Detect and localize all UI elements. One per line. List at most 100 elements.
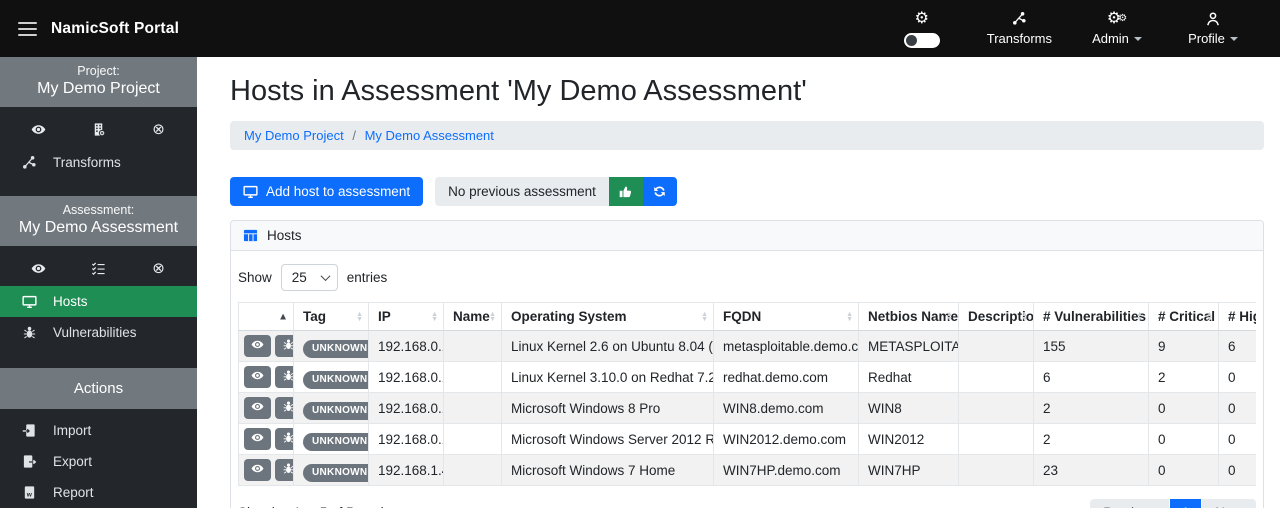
cell-os: Microsoft Windows 7 Home	[501, 454, 714, 486]
row-actions	[238, 454, 294, 486]
bug-icon	[282, 369, 293, 385]
host-vulnerabilities-button[interactable]	[275, 366, 293, 388]
hosts-table: ▲ Tag ▲ ▼ IP ▲ ▼ Name ▲ ▼ Operating System ▲ ▼ FQDN ▲ ▼…	[238, 302, 1256, 486]
table-row[interactable]: UNKNOWN192.168.0.109 Microsoft Windows 8 …	[238, 392, 1256, 424]
sidebar-item-import[interactable]: Import	[0, 415, 197, 446]
settings-nav-item[interactable]: ⚙	[891, 10, 953, 48]
cell-tag: UNKNOWN	[293, 361, 369, 393]
cell-tag: UNKNOWN	[293, 392, 369, 424]
breadcrumb-assessment-link[interactable]: My Demo Assessment	[365, 128, 494, 143]
cell-description	[958, 454, 1034, 486]
navbar-admin[interactable]: ⚙ ⚙ Admin	[1086, 10, 1148, 46]
view-host-button[interactable]	[244, 366, 271, 388]
assessment-actions: ⊗	[0, 246, 197, 286]
cell-critical: 0	[1148, 454, 1219, 486]
sort-icon: ▲ ▼	[431, 310, 438, 323]
cell-high: 6	[1218, 330, 1256, 362]
eye-icon	[251, 338, 264, 354]
cell-name	[443, 454, 502, 486]
sidebar-hosts-label: Hosts	[53, 294, 88, 309]
table-footer: Showing 1 to 5 of 5 entries Previous 1 N…	[238, 499, 1256, 508]
cell-critical: 9	[1148, 330, 1219, 362]
cell-high: 0	[1218, 361, 1256, 393]
project-label: Project:	[77, 64, 120, 78]
cell-description	[958, 423, 1034, 455]
sidebar-export-label: Export	[53, 454, 93, 469]
tag-badge: UNKNOWN	[303, 370, 368, 389]
transforms-icon	[20, 155, 38, 170]
table-row[interactable]: UNKNOWN192.168.0.107 Linux Kernel 3.10.0 …	[238, 361, 1256, 393]
view-project-eye-icon[interactable]	[30, 121, 48, 137]
column-header[interactable]: # High▲▼	[1218, 302, 1256, 331]
column-header[interactable]: Netbios Name ▲ ▼	[858, 302, 959, 331]
refresh-button[interactable]	[642, 177, 677, 206]
menu-icon[interactable]	[18, 18, 37, 40]
host-vulnerabilities-button[interactable]	[275, 459, 293, 481]
sort-icon: ▲ ▼	[1206, 310, 1213, 323]
sidebar-item-hosts[interactable]: Hosts	[0, 286, 197, 317]
sidebar-item-transforms[interactable]: Transforms	[0, 147, 197, 178]
navbar-profile[interactable]: Profile	[1182, 10, 1244, 46]
view-host-button[interactable]	[244, 397, 271, 419]
project-building-icon[interactable]	[90, 121, 108, 137]
host-vulnerabilities-button[interactable]	[275, 428, 293, 450]
column-header[interactable]: ▲	[238, 302, 294, 331]
breadcrumb-project-link[interactable]: My Demo Project	[244, 128, 344, 143]
page-length-select[interactable]: 25	[280, 264, 338, 291]
column-header[interactable]: FQDN ▲ ▼	[713, 302, 859, 331]
cell-fqdn: redhat.demo.com	[713, 361, 859, 393]
tag-badge: UNKNOWN	[303, 432, 368, 451]
close-project-icon[interactable]: ⊗	[150, 121, 168, 137]
host-vulnerabilities-button[interactable]	[275, 335, 293, 357]
pagination-page-1[interactable]: 1	[1169, 499, 1202, 508]
sidebar-vulnerabilities-label: Vulnerabilities	[53, 325, 137, 340]
table-row[interactable]: UNKNOWN192.168.0.105 Linux Kernel 2.6 on …	[238, 330, 1256, 362]
assessment-tasks-icon[interactable]	[90, 260, 108, 276]
sidebar-item-report[interactable]: w Report	[0, 477, 197, 508]
chevron-down-icon	[1133, 36, 1142, 41]
column-header[interactable]: Description▲▼	[958, 302, 1034, 331]
view-host-button[interactable]	[244, 335, 271, 357]
column-header[interactable]: # Critical ▲ ▼	[1148, 302, 1219, 331]
sidebar-item-vulnerabilities[interactable]: Vulnerabilities	[0, 317, 197, 348]
cell-critical: 0	[1148, 392, 1219, 424]
cell-vulnerabilities: 6	[1033, 361, 1149, 393]
view-host-button[interactable]	[244, 459, 271, 481]
compare-assessment-button[interactable]	[608, 177, 643, 206]
add-host-button[interactable]: Add host to assessment	[230, 177, 424, 206]
cell-ip: 192.168.0.107	[368, 361, 444, 393]
sidebar-item-export[interactable]: Export	[0, 446, 197, 477]
refresh-icon	[652, 184, 667, 199]
pagination-previous[interactable]: Previous	[1090, 499, 1169, 508]
row-actions	[238, 392, 294, 424]
host-vulnerabilities-button[interactable]	[275, 397, 293, 419]
table-row[interactable]: UNKNOWN192.168.0.110 Microsoft Windows Se…	[238, 423, 1256, 455]
table-row[interactable]: UNKNOWN192.168.1.44 Microsoft Windows 7 H…	[238, 454, 1256, 486]
bug-icon	[282, 338, 293, 354]
pagination-next[interactable]: Next	[1202, 499, 1256, 508]
eye-icon	[251, 369, 264, 385]
cell-name	[443, 330, 502, 362]
column-header[interactable]: IP ▲ ▼	[368, 302, 444, 331]
monitor-icon	[243, 184, 258, 199]
cell-fqdn: WIN8.demo.com	[713, 392, 859, 424]
tag-badge: UNKNOWN	[303, 401, 368, 420]
previous-assessment-label: No previous assessment	[435, 177, 609, 206]
navbar-transforms[interactable]: Transforms	[987, 10, 1052, 46]
profile-label: Profile	[1188, 30, 1225, 46]
tag-badge: UNKNOWN	[303, 463, 368, 482]
column-header[interactable]: # Vulnerabilities ▲ ▼	[1033, 302, 1149, 331]
cell-netbios: METASPLOITABLE	[858, 330, 959, 362]
close-assessment-icon[interactable]: ⊗	[150, 260, 168, 276]
column-header[interactable]: Operating System ▲ ▼	[501, 302, 714, 331]
view-host-button[interactable]	[244, 428, 271, 450]
cell-tag: UNKNOWN	[293, 423, 369, 455]
cell-os: Microsoft Windows Server 2012 R2	[501, 423, 714, 455]
column-header[interactable]: Name ▲ ▼	[443, 302, 502, 331]
view-assessment-eye-icon[interactable]	[30, 260, 48, 276]
column-header[interactable]: Tag ▲ ▼	[293, 302, 369, 331]
project-header: Project: My Demo Project	[0, 57, 197, 107]
settings-toggle[interactable]	[903, 32, 940, 48]
toolbar: Add host to assessment No previous asses…	[230, 177, 1264, 206]
cell-netbios: Redhat	[858, 361, 959, 393]
